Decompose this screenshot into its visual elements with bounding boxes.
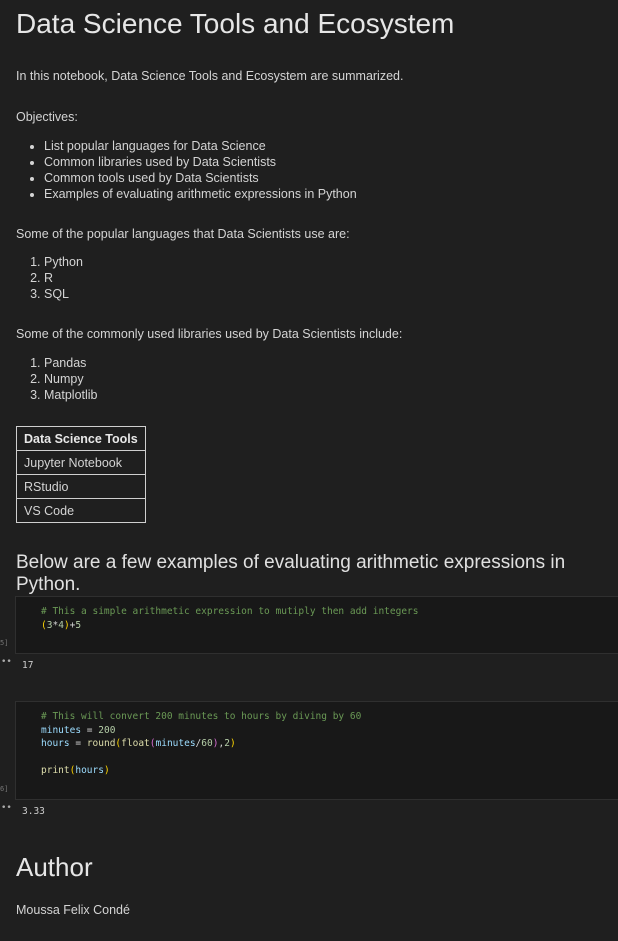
libraries-list: Pandas Numpy Matplotlib <box>16 355 98 403</box>
execution-count: 5] <box>0 639 9 647</box>
list-item: Examples of evaluating arithmetic expres… <box>44 186 357 202</box>
tools-table: Data Science Tools Jupyter Notebook RStu… <box>16 426 146 523</box>
list-item: Matplotlib <box>44 387 98 403</box>
libraries-heading: Some of the commonly used libraries used… <box>16 327 403 341</box>
table-cell: Jupyter Notebook <box>16 450 146 475</box>
notebook-title: Data Science Tools and Ecosystem <box>16 8 455 39</box>
list-item: Pandas <box>44 355 98 371</box>
execution-count: 6] <box>0 785 9 793</box>
languages-list: Python R SQL <box>16 254 83 302</box>
objectives-list: List popular languages for Data Science … <box>16 138 357 202</box>
author-name: Moussa Felix Condé <box>16 903 130 917</box>
list-item: Python <box>44 254 83 270</box>
output-collapse-icon[interactable]: •• <box>1 803 12 813</box>
intro-text: In this notebook, Data Science Tools and… <box>16 69 404 83</box>
table-row: Jupyter Notebook <box>16 450 146 475</box>
table-cell: RStudio <box>16 474 146 499</box>
code-cell-1-source[interactable]: # This a simple arithmetic expression to… <box>41 605 419 632</box>
list-item: List popular languages for Data Science <box>44 138 357 154</box>
output-collapse-icon[interactable]: •• <box>1 657 12 667</box>
table-cell: VS Code <box>16 498 146 523</box>
list-item: R <box>44 270 83 286</box>
list-item: Numpy <box>44 371 98 387</box>
list-item: Common libraries used by Data Scientists <box>44 154 357 170</box>
objectives-heading: Objectives: <box>16 110 78 124</box>
author-heading: Author <box>16 852 93 882</box>
examples-heading: Below are a few examples of evaluating a… <box>16 552 566 595</box>
code-comment: # This will convert 200 minutes to hours… <box>41 711 362 722</box>
code-comment: # This a simple arithmetic expression to… <box>41 606 419 617</box>
languages-heading: Some of the popular languages that Data … <box>16 227 350 241</box>
table-header: Data Science Tools <box>16 426 146 451</box>
cell-output: 17 <box>22 660 34 671</box>
list-item: Common tools used by Data Scientists <box>44 170 357 186</box>
list-item: SQL <box>44 286 83 302</box>
code-cell-2-source[interactable]: # This will convert 200 minutes to hours… <box>41 710 361 778</box>
table-row: RStudio <box>16 474 146 499</box>
table-row: VS Code <box>16 498 146 523</box>
cell-output: 3.33 <box>22 806 45 817</box>
